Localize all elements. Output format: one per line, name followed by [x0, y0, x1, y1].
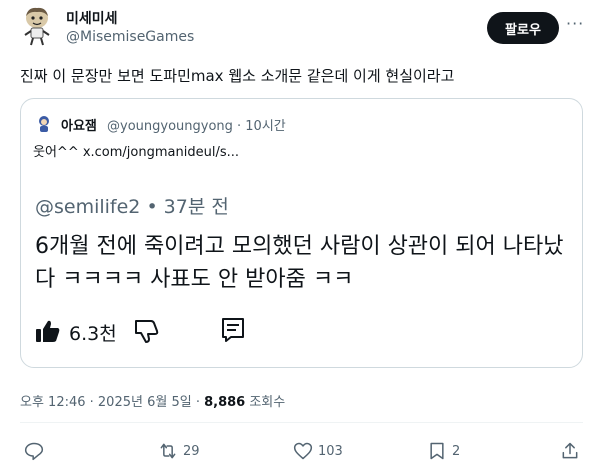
bookmark-count: 2 [452, 443, 461, 459]
embedded-image-text-line2: 다 ㅋㅋㅋㅋ 사표도 안 받아줌 ㅋㅋ [35, 267, 354, 292]
thumbs-up-icon [36, 320, 60, 342]
quote-author-handle: @youngyoungyong · 10시간 [107, 119, 286, 134]
retweet-button[interactable]: 29 [158, 440, 200, 462]
divider [20, 422, 583, 423]
avatar[interactable] [20, 6, 54, 46]
retweet-icon [160, 443, 176, 459]
share-button[interactable] [560, 440, 580, 462]
quote-avatar [39, 116, 49, 132]
reply-button[interactable] [24, 440, 49, 462]
quote-text: 웃어^^ x.com/jongmanideul/s... [33, 145, 239, 160]
quote-author-name: 아요잼 [61, 119, 97, 134]
bookmark-button[interactable]: 2 [427, 440, 460, 462]
retweet-count: 29 [183, 443, 200, 459]
bookmark-icon [430, 442, 444, 460]
tweet-meta: 오후 12:46 · 2025년 6월 5일 · 8,886 조회수 [20, 391, 285, 410]
views-label: 조회수 [245, 395, 286, 410]
reply-icon [24, 442, 44, 461]
follow-button[interactable]: 팔로우 [487, 12, 559, 44]
like-count: 103 [318, 443, 343, 459]
embedded-like-count: 6.3천 [69, 323, 117, 345]
author-name[interactable]: 미세미세 [66, 8, 118, 28]
tweet-text: 진짜 이 문장만 보면 도파민max 웹소 소개문 같은데 이게 현실이라고 [20, 67, 455, 85]
embedded-image-handle: @semilife2 • 37분 전 [35, 196, 229, 218]
heart-icon [293, 442, 313, 460]
like-button[interactable]: 103 [293, 440, 343, 462]
quoted-tweet[interactable]: 아요잼 @youngyoungyong · 10시간 웃어^^ x.com/jo… [20, 98, 583, 368]
comment-icon [222, 318, 244, 342]
timestamp[interactable]: 오후 12:46 · 2025년 6월 5일 · [20, 395, 204, 410]
author-handle[interactable]: @MisemiseGames [66, 29, 194, 45]
embedded-image-text-line1: 6개월 전에 죽이려고 모의했던 사람이 상관이 되어 나타났 [35, 234, 564, 259]
more-options-icon[interactable]: ··· [566, 14, 584, 33]
tweet-header: 미세미세 @MisemiseGames 팔로우 ··· [20, 4, 590, 50]
views-count: 8,886 [204, 395, 246, 410]
share-icon [562, 442, 578, 459]
thumbs-down-icon [135, 320, 159, 343]
